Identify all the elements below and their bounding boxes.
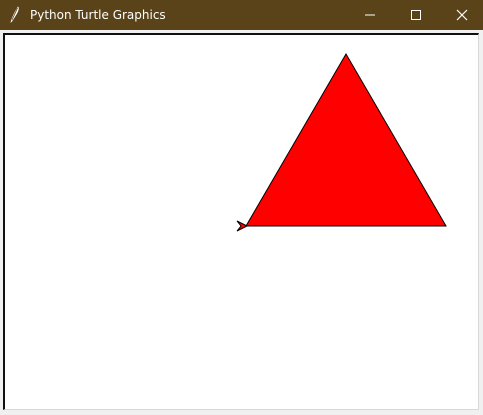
turtle-window: Python Turtle Graphics xyxy=(0,0,483,415)
maximize-button[interactable] xyxy=(393,0,439,30)
minimize-button[interactable] xyxy=(347,0,393,30)
close-button[interactable] xyxy=(439,0,483,30)
title-bar[interactable]: Python Turtle Graphics xyxy=(0,0,483,30)
minimize-icon xyxy=(365,14,375,16)
turtle-canvas[interactable] xyxy=(3,33,479,410)
close-icon xyxy=(456,9,468,21)
window-title: Python Turtle Graphics xyxy=(30,8,166,22)
turtle-arrow-icon xyxy=(236,220,249,232)
red-triangle xyxy=(245,53,447,227)
maximize-icon xyxy=(411,10,421,20)
canvas-drawing xyxy=(236,53,447,232)
feather-icon xyxy=(8,6,22,24)
